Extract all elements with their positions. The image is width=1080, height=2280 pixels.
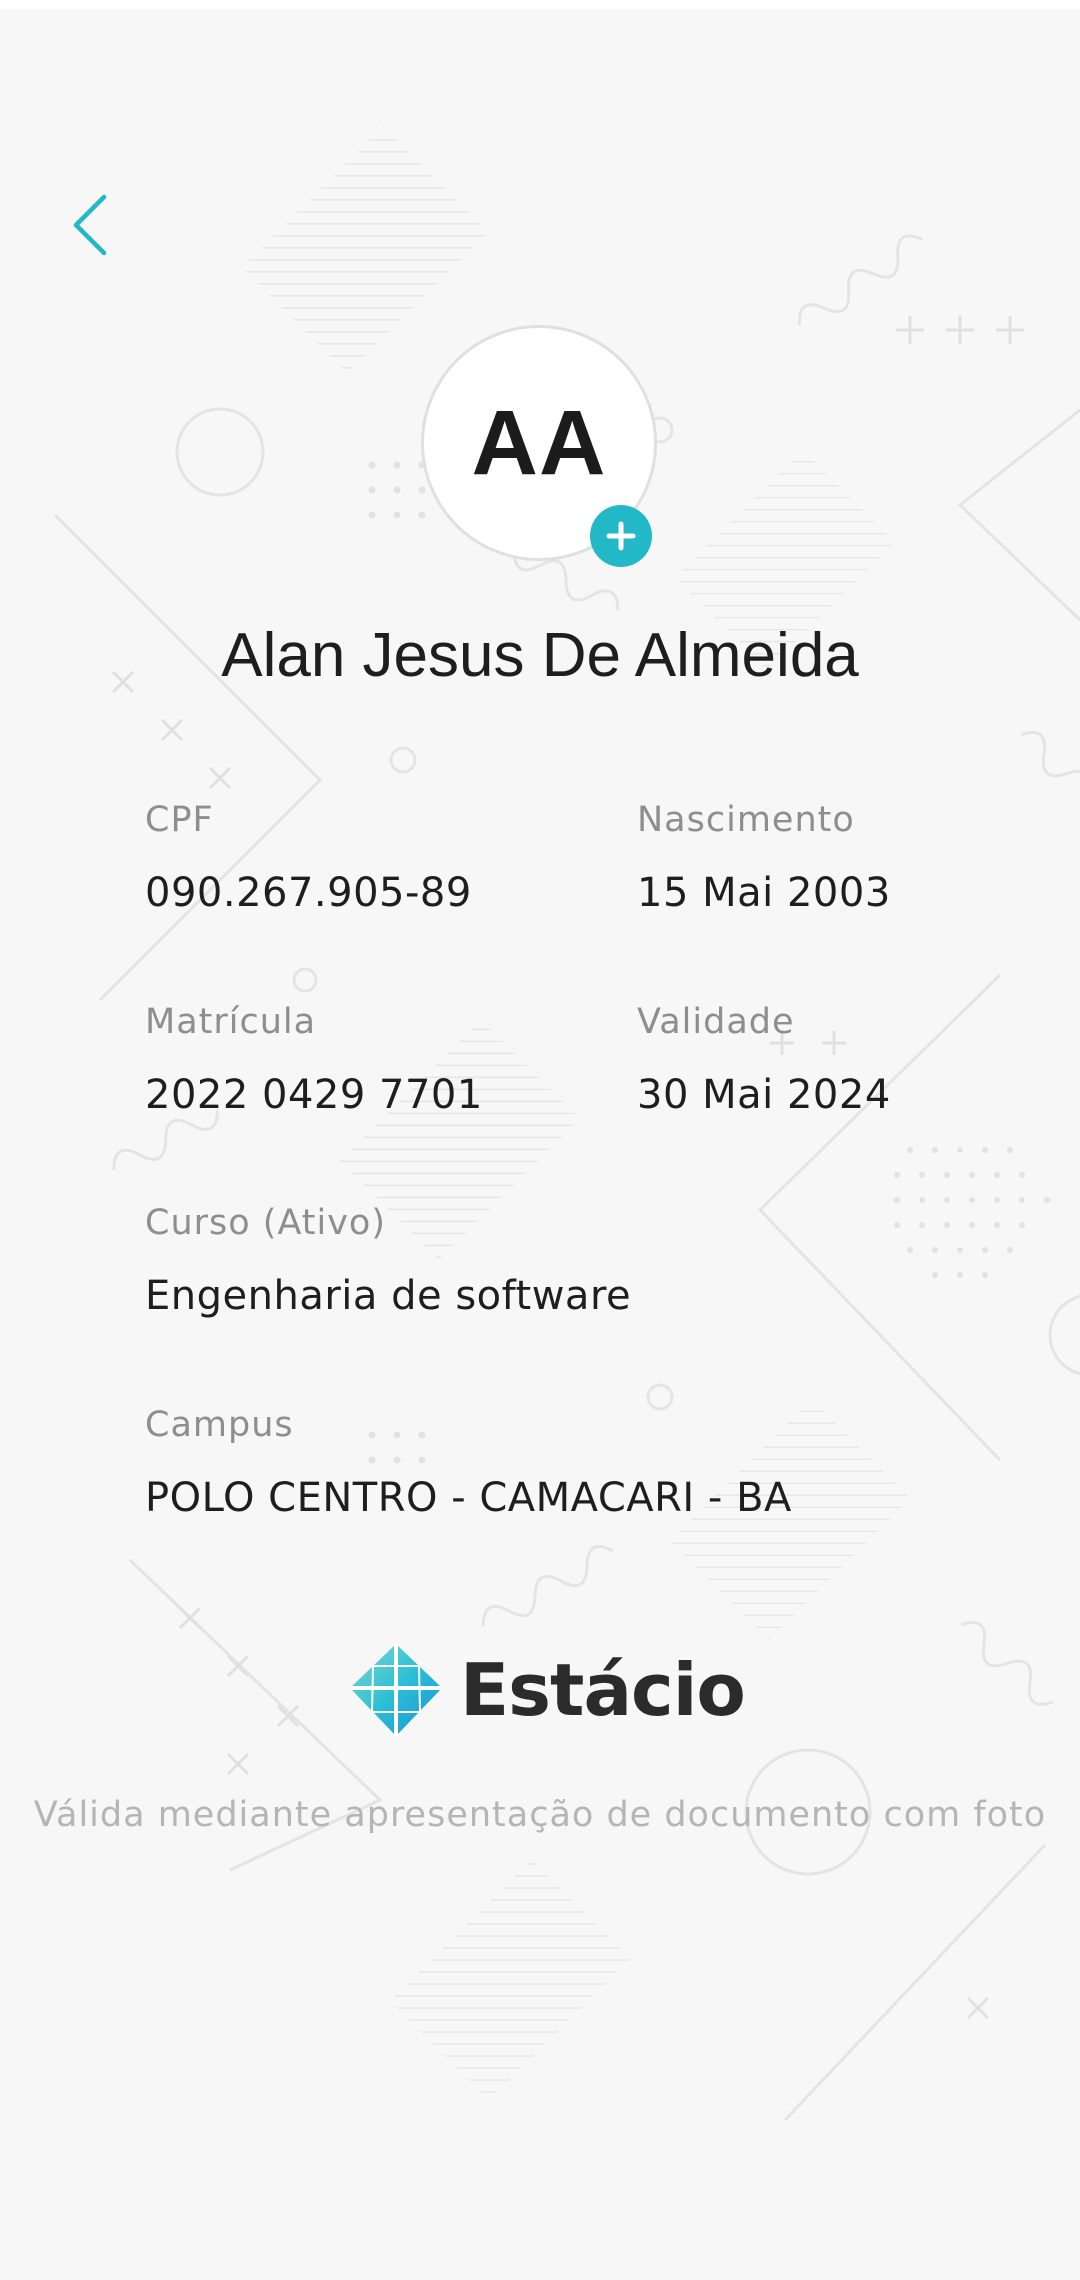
student-name: Alan Jesus De Almeida — [221, 621, 859, 690]
validity-label: Validade — [637, 1002, 795, 1042]
estacio-logo-mark — [350, 1644, 442, 1736]
birth-date-label: Nascimento — [637, 800, 855, 840]
course-label: Curso (Ativo) — [145, 1203, 386, 1243]
registration-value: 2022 0429 7701 — [145, 1072, 483, 1118]
validity-footnote: Válida mediante apresentação de document… — [33, 1795, 1047, 1835]
estacio-logo-text: Estácio — [460, 1648, 746, 1732]
estacio-logo: Estácio — [348, 1640, 746, 1740]
back-button[interactable] — [50, 180, 130, 270]
birth-date-value: 15 Mai 2003 — [637, 870, 891, 916]
cpf-value: 090.267.905-89 — [145, 870, 472, 916]
chevron-left-icon — [73, 194, 107, 256]
validity-value: 30 Mai 2024 — [637, 1072, 891, 1118]
campus-label: Campus — [145, 1405, 294, 1445]
plus-icon — [606, 521, 636, 551]
registration-label: Matrícula — [145, 1002, 317, 1042]
avatar-initials: AA — [471, 391, 607, 494]
add-photo-button[interactable] — [590, 505, 652, 567]
course-value: Engenharia de software — [145, 1273, 632, 1319]
campus-value: POLO CENTRO - CAMACARI - BA — [145, 1475, 792, 1521]
cpf-label: CPF — [145, 800, 214, 840]
